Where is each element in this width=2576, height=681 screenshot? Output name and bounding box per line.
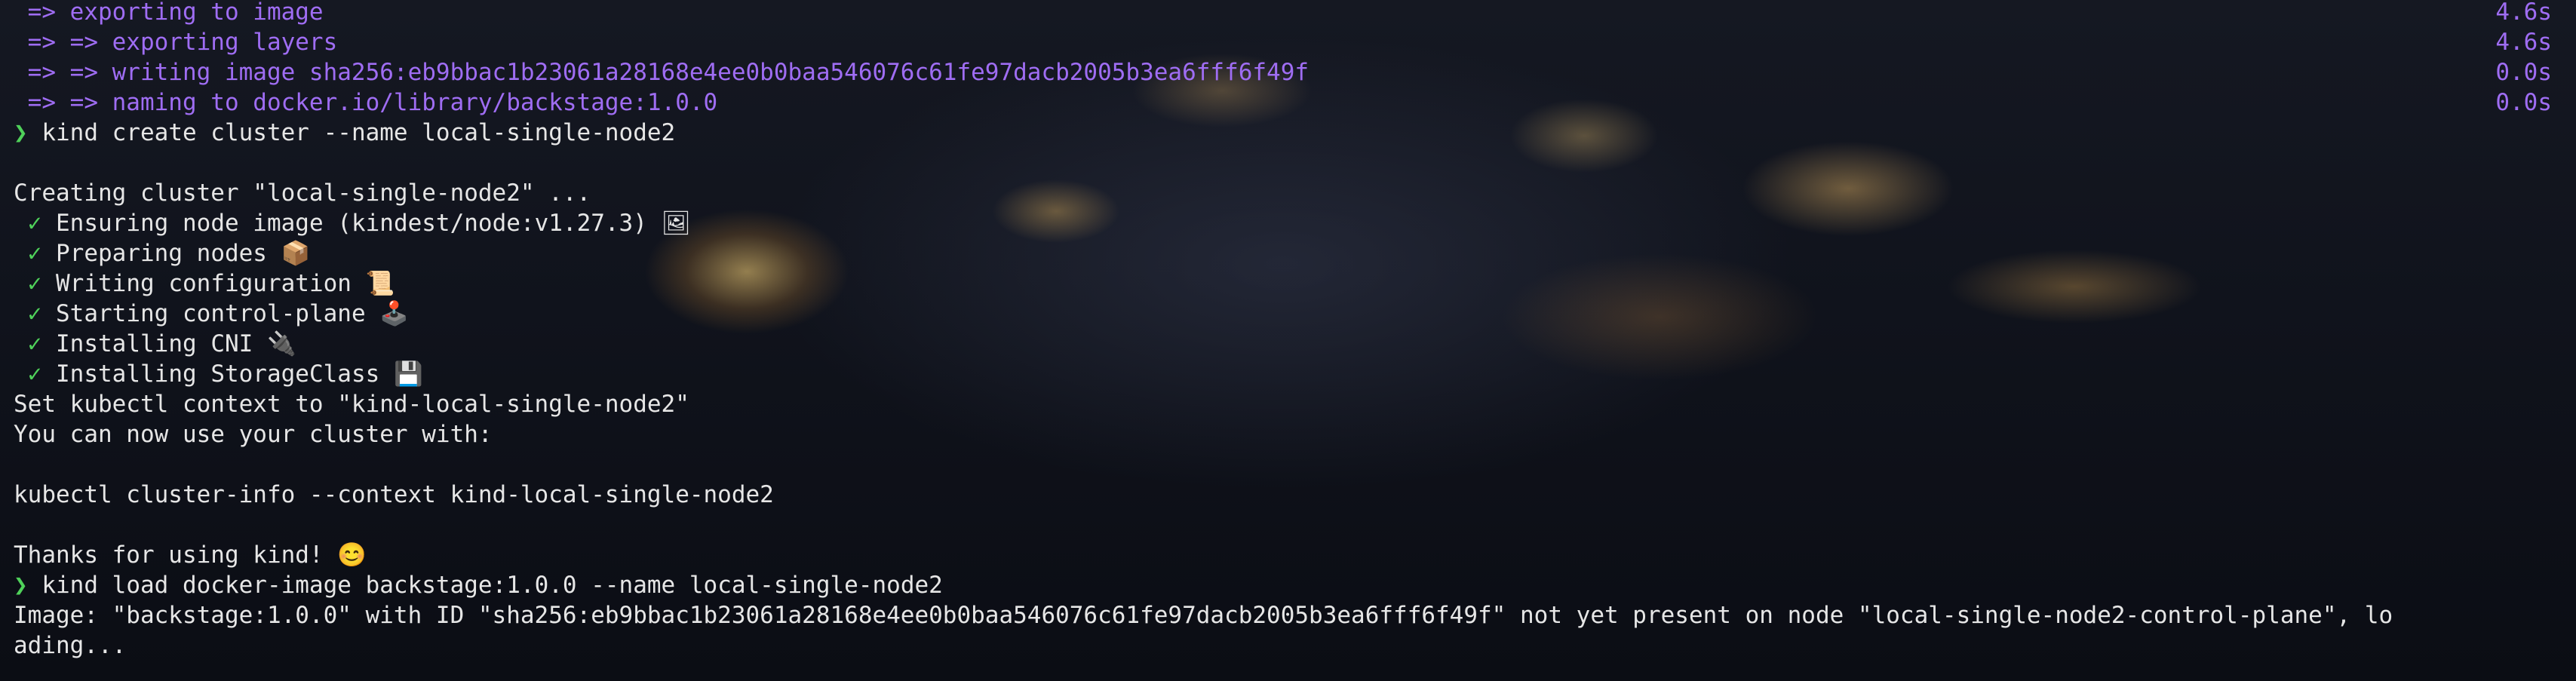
step-line: ✓ Starting control-plane 🕹️ (14, 299, 409, 329)
output-line: Set kubectl context to "kind-local-singl… (14, 391, 689, 418)
build-line: => => exporting layers (14, 29, 338, 56)
check-icon: ✓ (27, 240, 42, 267)
step-text: Ensuring node image (kindest/node:v1.27.… (56, 210, 691, 237)
check-icon: ✓ (27, 360, 42, 388)
output-line: ading... (14, 632, 127, 659)
terminal-output[interactable]: => exporting to image 4.6s => => exporti… (0, 0, 2576, 681)
step-line: ✓ Installing CNI 🔌 (14, 329, 296, 359)
command-line: ❯ kind create cluster --name local-singl… (14, 118, 675, 148)
build-line: => => writing image sha256:eb9bbac1b2306… (14, 59, 1309, 86)
step-text: Writing configuration 📜 (56, 270, 395, 297)
build-line: => exporting to image (14, 0, 324, 26)
step-text: Installing CNI 🔌 (56, 330, 296, 357)
prompt-chevron-icon: ❯ (14, 119, 28, 146)
check-icon: ✓ (27, 270, 42, 297)
step-text: Installing StorageClass 💾 (56, 360, 423, 388)
step-line: ✓ Preparing nodes 📦 (14, 238, 311, 268)
output-line: Image: "backstage:1.0.0" with ID "sha256… (14, 602, 2393, 629)
step-text: Starting control-plane 🕹️ (56, 300, 409, 327)
output-line: Thanks for using kind! 😊 (14, 541, 367, 569)
step-line: ✓ Writing configuration 📜 (14, 268, 395, 299)
step-line: ✓ Ensuring node image (kindest/node:v1.2… (14, 208, 691, 238)
build-time: 4.6s (2495, 29, 2552, 56)
build-line: => => naming to docker.io/library/backst… (14, 89, 718, 116)
command-text: kind load docker-image backstage:1.0.0 -… (41, 572, 943, 599)
output-line: You can now use your cluster with: (14, 421, 493, 448)
command-line: ❯ kind load docker-image backstage:1.0.0… (14, 570, 943, 600)
build-time: 4.6s (2495, 0, 2552, 26)
check-icon: ✓ (27, 210, 42, 237)
check-icon: ✓ (27, 330, 42, 357)
output-line: kubectl cluster-info --context kind-loca… (14, 481, 774, 508)
build-time: 0.0s (2495, 59, 2552, 86)
prompt-chevron-icon: ❯ (14, 572, 28, 599)
command-text: kind create cluster --name local-single-… (41, 119, 676, 146)
step-text: Preparing nodes 📦 (56, 240, 311, 267)
output-line: Creating cluster "local-single-node2" ..… (14, 179, 591, 207)
step-line: ✓ Installing StorageClass 💾 (14, 359, 423, 389)
build-time: 0.0s (2495, 89, 2552, 116)
check-icon: ✓ (27, 300, 42, 327)
